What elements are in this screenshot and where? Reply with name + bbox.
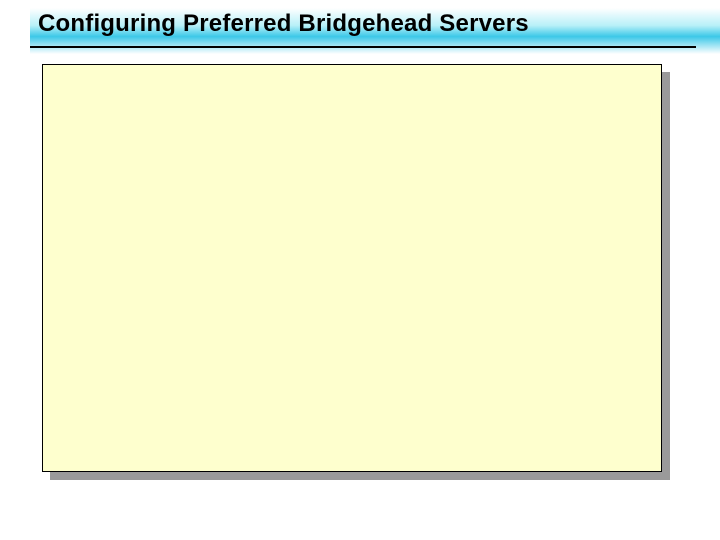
title-underline <box>30 46 696 48</box>
body-panel <box>42 64 662 472</box>
slide: Configuring Preferred Bridgehead Servers <box>0 0 720 540</box>
slide-title: Configuring Preferred Bridgehead Servers <box>38 10 529 38</box>
